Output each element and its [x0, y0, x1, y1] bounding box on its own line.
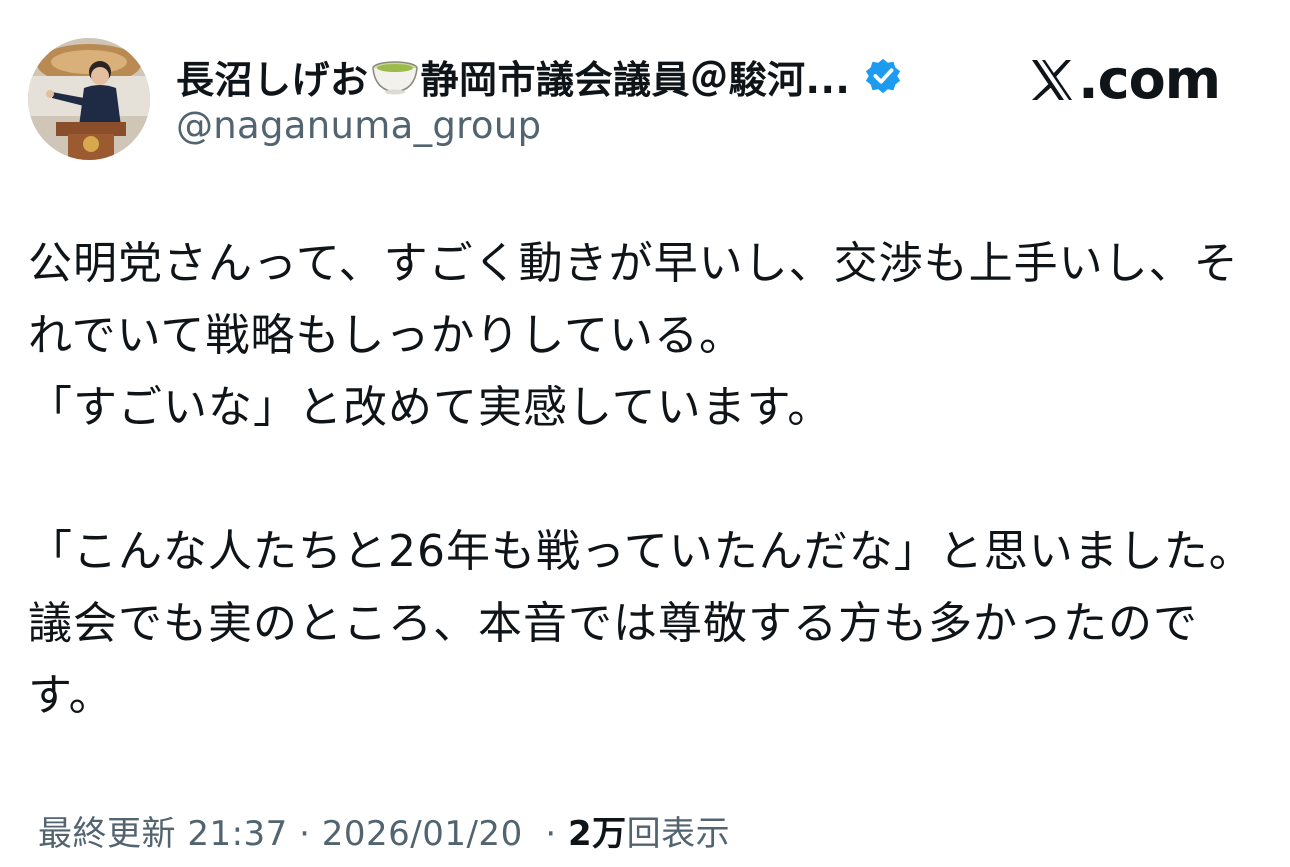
- verified-badge-icon: [866, 58, 901, 94]
- site-domain: .com: [1078, 48, 1221, 111]
- post-line: 「こんな人たちと26年も戦っていたんだな」と思いました。: [28, 526, 1254, 577]
- author-handle[interactable]: @naganuma_group: [176, 104, 541, 147]
- updated-label: 最終更新: [38, 814, 176, 854]
- post-text: 公明党さんって、すごく動きが早いし、交渉も上手いし、そ れでいて戦略もしっかりし…: [28, 228, 1260, 732]
- site-label: .com: [1028, 48, 1221, 111]
- post-line: 「すごいな」と改めて実感しています。: [28, 382, 833, 433]
- post-line: 議会でも実のところ、本音では尊敬する方も多かったので: [28, 598, 1198, 649]
- avatar-image: [28, 38, 150, 160]
- x-logo-icon: [1032, 59, 1073, 100]
- post-line: す。: [28, 670, 114, 721]
- display-name-part1[interactable]: 長沼しげお: [176, 49, 369, 104]
- view-count-label: 回表示: [626, 814, 731, 854]
- post-line: れでいて戦略もしっかりしている。: [28, 310, 745, 361]
- name-row[interactable]: 長沼しげお 静岡市議会議員＠駿河...: [176, 48, 902, 104]
- meta-separator: ·: [299, 814, 311, 854]
- post-header: 長沼しげお 静岡市議会議員＠駿河... @naganuma_group .com: [28, 38, 1262, 162]
- post-line: 公明党さんって、すごく動きが早いし、交渉も上手いし、そ: [28, 238, 1239, 289]
- post-meta: 最終更新 21:37 · 2026/01/20 · 2万回表示: [38, 806, 730, 855]
- view-count[interactable]: 2万: [568, 814, 627, 854]
- green-tea-icon: [371, 61, 418, 95]
- meta-separator: ·: [545, 814, 557, 854]
- display-name-part2[interactable]: 静岡市議会議員＠駿河...: [421, 49, 851, 104]
- avatar[interactable]: [28, 38, 150, 160]
- post-date[interactable]: 2026/01/20: [322, 814, 523, 854]
- post-time[interactable]: 21:37: [187, 814, 287, 854]
